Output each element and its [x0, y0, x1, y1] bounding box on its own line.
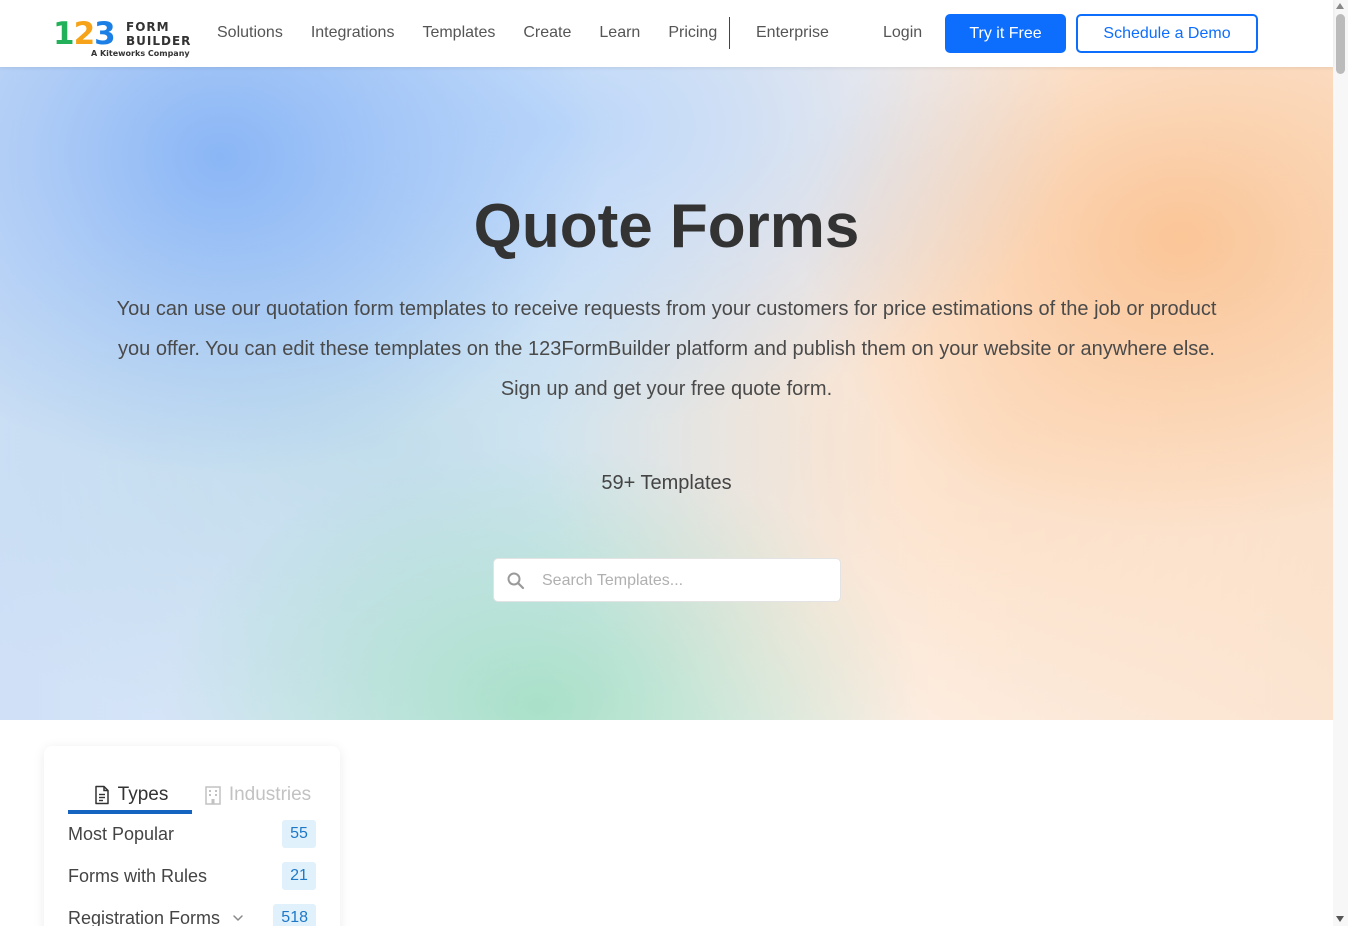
- chevron-down-icon[interactable]: [232, 912, 244, 924]
- login-link[interactable]: Login: [883, 22, 922, 44]
- scroll-down-arrow-icon[interactable]: [1336, 916, 1344, 922]
- nav-integrations[interactable]: Integrations: [311, 22, 395, 44]
- category-count-badge: 518: [273, 904, 316, 926]
- template-count: 59+ Templates: [601, 472, 732, 494]
- category-sidebar: Types Industries Most Popular 55 Forms w…: [44, 746, 340, 926]
- hero-section: Quote Forms You can use our quotation fo…: [0, 67, 1333, 720]
- logo-digit-2: 2: [73, 16, 96, 52]
- tab-industries[interactable]: Industries: [202, 776, 312, 814]
- category-label: Registration Forms: [68, 907, 221, 926]
- logo-word-builder: BUILDER: [126, 34, 192, 48]
- page-scrollbar[interactable]: [1333, 0, 1348, 926]
- nav-learn[interactable]: Learn: [599, 22, 640, 44]
- logo-wordmark: FORM BUILDER: [126, 20, 191, 48]
- page-title: Quote Forms: [473, 192, 860, 261]
- logo-digit-1: 1: [53, 16, 75, 52]
- tab-industries-label: Industries: [228, 784, 312, 805]
- tab-types-label: Types: [117, 784, 169, 805]
- search-input[interactable]: [542, 567, 830, 595]
- scroll-up-arrow-icon[interactable]: [1336, 3, 1344, 9]
- building-icon: [205, 786, 221, 805]
- document-icon: [94, 785, 109, 805]
- nav-pricing[interactable]: Pricing: [668, 22, 717, 44]
- category-registration-forms[interactable]: Registration Forms 518: [68, 903, 316, 926]
- logo-digit-3: 3: [94, 16, 116, 52]
- nav-solutions[interactable]: Solutions: [217, 22, 283, 44]
- site-header: 1 2 3 FORM BUILDER A Kiteworks Company S…: [0, 0, 1333, 67]
- hero-description: You can use our quotation form templates…: [116, 298, 1217, 400]
- nav-enterprise[interactable]: Enterprise: [756, 22, 829, 44]
- search-icon: [507, 572, 525, 590]
- category-count-badge: 21: [282, 862, 316, 890]
- brand-logo[interactable]: 1 2 3 FORM BUILDER A Kiteworks Company: [53, 16, 191, 62]
- nav-divider: [729, 17, 730, 49]
- active-tab-indicator: [68, 810, 192, 814]
- logo-tagline: A Kiteworks Company: [91, 49, 190, 58]
- category-forms-with-rules[interactable]: Forms with Rules 21: [68, 861, 316, 891]
- category-most-popular[interactable]: Most Popular 55: [68, 819, 316, 849]
- nav-templates[interactable]: Templates: [422, 22, 495, 44]
- category-count-badge: 55: [282, 820, 316, 848]
- tab-types[interactable]: Types: [68, 776, 192, 814]
- logo-word-form: FORM: [126, 20, 170, 34]
- schedule-demo-button[interactable]: Schedule a Demo: [1076, 14, 1258, 53]
- try-free-button[interactable]: Try it Free: [945, 14, 1066, 53]
- nav-create[interactable]: Create: [523, 22, 571, 44]
- logo-digits: 1 2 3: [53, 16, 116, 52]
- scroll-thumb[interactable]: [1336, 14, 1345, 74]
- category-label: Most Popular: [68, 823, 175, 844]
- category-label: Forms with Rules: [68, 865, 208, 886]
- main-nav: Solutions Integrations Templates Create …: [217, 22, 745, 44]
- template-search: [493, 558, 841, 602]
